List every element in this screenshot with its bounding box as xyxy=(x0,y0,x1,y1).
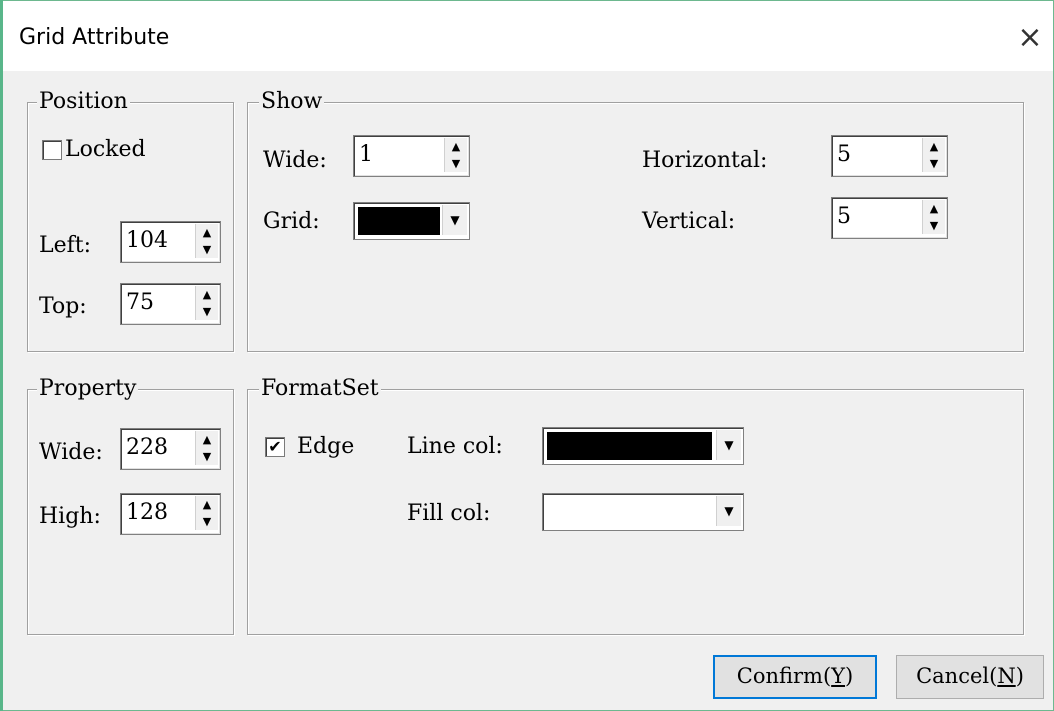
spin-up-icon[interactable]: ▲ xyxy=(923,200,945,217)
fillcol-label: Fill col: xyxy=(407,501,491,526)
vertical-label: Vertical: xyxy=(642,209,736,234)
spin-down-icon[interactable]: ▼ xyxy=(196,241,218,258)
top-spin-buttons: ▲ ▼ xyxy=(195,286,218,320)
top-label: Top: xyxy=(39,294,87,319)
spin-down-icon[interactable]: ▼ xyxy=(196,303,218,320)
property-high-spin-buttons: ▲ ▼ xyxy=(195,496,218,530)
property-high-spinbox[interactable]: 128 ▲ ▼ xyxy=(120,493,221,535)
formatset-legend: FormatSet xyxy=(259,376,381,401)
title-bar: Grid Attribute × xyxy=(1,1,1053,71)
property-wide-label: Wide: xyxy=(39,440,103,465)
dropdown-arrow-icon[interactable]: ▼ xyxy=(716,496,741,526)
property-wide-value: 228 xyxy=(126,435,168,460)
show-wide-spinbox[interactable]: 1 ▲ ▼ xyxy=(353,135,470,177)
left-spinbox[interactable]: 104 ▲ ▼ xyxy=(120,221,221,263)
top-spinbox[interactable]: 75 ▲ ▼ xyxy=(120,283,221,325)
spin-up-icon[interactable]: ▲ xyxy=(196,496,218,513)
dropdown-arrow-icon[interactable]: ▼ xyxy=(442,205,467,235)
left-spin-buttons: ▲ ▼ xyxy=(195,224,218,258)
grid-color-swatch xyxy=(358,207,440,235)
confirm-text: Confirm( xyxy=(736,664,832,688)
spin-down-icon[interactable]: ▼ xyxy=(923,217,945,234)
show-wide-spin-buttons: ▲ ▼ xyxy=(444,138,467,172)
horizontal-spinbox[interactable]: 5 ▲ ▼ xyxy=(831,135,948,177)
left-value: 104 xyxy=(126,228,168,253)
spin-down-icon[interactable]: ▼ xyxy=(445,155,467,172)
property-high-label: High: xyxy=(39,504,101,529)
show-wide-value: 1 xyxy=(359,142,373,167)
locked-label: Locked xyxy=(65,137,146,162)
close-icon[interactable]: × xyxy=(1013,21,1047,55)
spin-down-icon[interactable]: ▼ xyxy=(196,513,218,530)
position-legend: Position xyxy=(37,89,130,114)
confirm-button[interactable]: Confirm(Y) xyxy=(713,655,877,699)
locked-checkbox[interactable] xyxy=(42,140,62,160)
grid-attribute-dialog: Grid Attribute × Position Locked Left: 1… xyxy=(0,0,1054,711)
cancel-button[interactable]: Cancel(N) xyxy=(896,655,1044,699)
horizontal-spin-buttons: ▲ ▼ xyxy=(922,138,945,172)
horizontal-value: 5 xyxy=(837,142,851,167)
fillcol-swatch xyxy=(547,498,712,526)
cancel-accelerator: N xyxy=(997,664,1016,688)
dialog-title: Grid Attribute xyxy=(19,25,170,50)
top-value: 75 xyxy=(126,290,154,315)
edge-label: Edge xyxy=(297,434,355,459)
linecol-combo[interactable]: ▼ xyxy=(542,427,744,465)
confirm-text-end: ) xyxy=(845,664,854,688)
fillcol-combo[interactable]: ▼ xyxy=(542,493,744,531)
cancel-text-end: ) xyxy=(1015,664,1024,688)
window-edge xyxy=(0,0,3,711)
confirm-accelerator: Y xyxy=(831,664,846,688)
vertical-value: 5 xyxy=(837,204,851,229)
cancel-text: Cancel( xyxy=(916,664,998,688)
spin-up-icon[interactable]: ▲ xyxy=(923,138,945,155)
vertical-spin-buttons: ▲ ▼ xyxy=(922,200,945,234)
vertical-spinbox[interactable]: 5 ▲ ▼ xyxy=(831,197,948,239)
linecol-swatch xyxy=(547,432,712,460)
property-wide-spin-buttons: ▲ ▼ xyxy=(195,431,218,465)
show-legend: Show xyxy=(259,89,325,114)
property-wide-spinbox[interactable]: 228 ▲ ▼ xyxy=(120,428,221,470)
linecol-label: Line col: xyxy=(407,434,503,459)
spin-up-icon[interactable]: ▲ xyxy=(196,431,218,448)
spin-up-icon[interactable]: ▲ xyxy=(196,224,218,241)
spin-down-icon[interactable]: ▼ xyxy=(923,155,945,172)
spin-up-icon[interactable]: ▲ xyxy=(445,138,467,155)
left-label: Left: xyxy=(39,233,92,258)
show-wide-label: Wide: xyxy=(263,148,327,173)
spin-up-icon[interactable]: ▲ xyxy=(196,286,218,303)
horizontal-label: Horizontal: xyxy=(642,148,768,173)
grid-color-combo[interactable]: ▼ xyxy=(353,202,470,240)
property-legend: Property xyxy=(37,376,139,401)
edge-checkbox[interactable]: ✔ xyxy=(265,437,285,457)
spin-down-icon[interactable]: ▼ xyxy=(196,448,218,465)
property-high-value: 128 xyxy=(126,500,168,525)
dropdown-arrow-icon[interactable]: ▼ xyxy=(716,430,741,460)
grid-label: Grid: xyxy=(263,209,320,234)
